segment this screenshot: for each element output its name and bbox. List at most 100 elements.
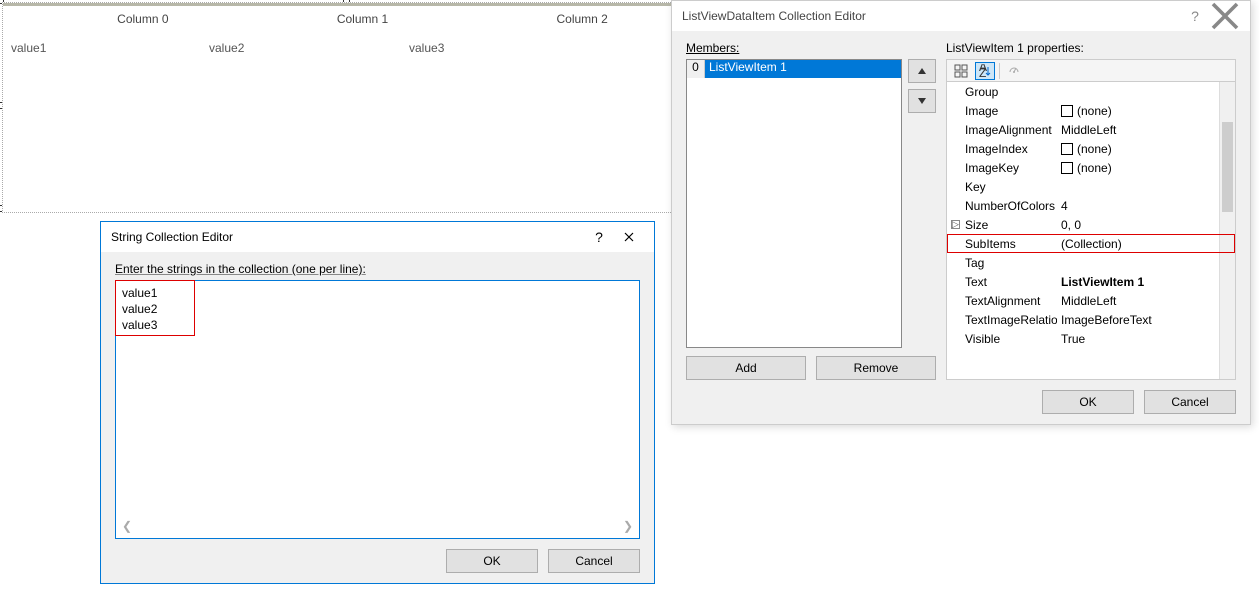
- swatch-icon: [1061, 143, 1073, 155]
- property-value[interactable]: (Collection): [1057, 237, 1235, 251]
- property-row[interactable]: Image (none): [947, 101, 1235, 120]
- property-name: Text: [947, 275, 1057, 289]
- collection-editor-dialog: ListViewDataItem Collection Editor ? Mem…: [671, 0, 1251, 425]
- property-row[interactable]: ▷Size 0, 0: [947, 215, 1235, 234]
- property-row[interactable]: Visible True: [947, 329, 1235, 348]
- property-row[interactable]: NumberOfColors 4: [947, 196, 1235, 215]
- remove-button[interactable]: Remove: [816, 356, 936, 380]
- property-grid[interactable]: Group Image (none) ImageAlignment MiddleLeft…: [946, 81, 1236, 380]
- property-value[interactable]: MiddleLeft: [1057, 294, 1235, 308]
- property-name: SubItems: [947, 237, 1057, 251]
- close-button[interactable]: [614, 222, 644, 252]
- cancel-button[interactable]: Cancel: [548, 549, 640, 573]
- property-row[interactable]: Key: [947, 177, 1235, 196]
- listview-cell: value1: [3, 31, 203, 65]
- swatch-icon: [1061, 162, 1073, 174]
- dialog-titlebar[interactable]: ListViewDataItem Collection Editor ?: [672, 1, 1250, 31]
- property-name: ImageIndex: [947, 142, 1057, 156]
- listview-row[interactable]: value1 value2 value3: [3, 31, 692, 65]
- property-value-text: (Collection): [1061, 237, 1122, 251]
- listview-control[interactable]: Column 0 Column 1 Column 2 value1 value2…: [2, 2, 693, 213]
- help-button[interactable]: ?: [584, 222, 614, 252]
- strings-textarea[interactable]: [120, 285, 635, 518]
- property-name: TextAlignment: [947, 294, 1057, 308]
- property-value-text: True: [1061, 332, 1085, 346]
- expand-icon[interactable]: ▷: [951, 220, 960, 229]
- property-value[interactable]: MiddleLeft: [1057, 123, 1235, 137]
- property-name: Group: [947, 85, 1057, 99]
- help-button[interactable]: ?: [1180, 1, 1210, 31]
- property-row[interactable]: ImageIndex (none): [947, 139, 1235, 158]
- property-name: NumberOfColors: [947, 199, 1057, 213]
- instruction-label: Enter the strings in the collection (one…: [115, 262, 640, 276]
- property-value[interactable]: ImageBeforeText: [1057, 313, 1235, 327]
- members-listbox[interactable]: 0 ListViewItem 1: [686, 59, 902, 348]
- add-button[interactable]: Add: [686, 356, 806, 380]
- property-row[interactable]: Text ListViewItem 1: [947, 272, 1235, 291]
- property-value[interactable]: 0, 0: [1057, 218, 1235, 232]
- property-row[interactable]: ImageKey (none): [947, 158, 1235, 177]
- property-value[interactable]: ListViewItem 1: [1057, 275, 1235, 289]
- close-button[interactable]: [1210, 1, 1240, 31]
- property-value-text: 4: [1061, 199, 1068, 213]
- property-name: TextImageRelation: [947, 313, 1057, 327]
- listview-header: Column 0 Column 1 Column 2: [3, 3, 692, 31]
- property-value[interactable]: (none): [1057, 142, 1235, 156]
- categorized-view-button[interactable]: [951, 62, 971, 80]
- member-index: 0: [687, 60, 705, 78]
- member-label: ListViewItem 1: [705, 60, 901, 78]
- property-value[interactable]: 4: [1057, 199, 1235, 213]
- scroll-left-icon[interactable]: ❮: [122, 519, 132, 533]
- horizontal-scrollbar[interactable]: ❮ ❯: [120, 518, 635, 534]
- property-row[interactable]: TextAlignment MiddleLeft: [947, 291, 1235, 310]
- properties-label: ListViewItem 1 properties:: [946, 41, 1236, 55]
- alphabetical-view-button[interactable]: AZ: [975, 62, 995, 80]
- column-header[interactable]: Column 0: [33, 6, 253, 31]
- property-name: Visible: [947, 332, 1057, 346]
- property-value[interactable]: (none): [1057, 104, 1235, 118]
- column-header[interactable]: Column 2: [472, 6, 692, 31]
- dialog-title: ListViewDataItem Collection Editor: [682, 9, 1180, 23]
- property-name: Image: [947, 104, 1057, 118]
- move-up-button[interactable]: [908, 59, 936, 83]
- string-collection-editor-dialog: String Collection Editor ? Enter the str…: [100, 221, 655, 584]
- members-label: Members:: [686, 41, 936, 55]
- svg-text:Z: Z: [979, 66, 986, 78]
- property-row[interactable]: ImageAlignment MiddleLeft: [947, 120, 1235, 139]
- listview-cell: value2: [203, 31, 403, 65]
- property-row[interactable]: SubItems (Collection): [947, 234, 1235, 253]
- column-header[interactable]: Column 1: [253, 6, 473, 31]
- ok-button[interactable]: OK: [446, 549, 538, 573]
- property-pages-button[interactable]: [1004, 62, 1024, 80]
- property-value-text: 0, 0: [1061, 218, 1081, 232]
- property-value-text: ImageBeforeText: [1061, 313, 1152, 327]
- scroll-right-icon[interactable]: ❯: [623, 519, 633, 533]
- property-value-text: (none): [1077, 142, 1112, 156]
- listview-cell: value3: [403, 31, 603, 65]
- property-row[interactable]: Group: [947, 82, 1235, 101]
- property-name: Tag: [947, 256, 1057, 270]
- move-down-button[interactable]: [908, 89, 936, 113]
- textarea-container: ❮ ❯: [115, 280, 640, 539]
- property-name: Key: [947, 180, 1057, 194]
- cancel-button[interactable]: Cancel: [1144, 390, 1236, 414]
- property-row[interactable]: Tag: [947, 253, 1235, 272]
- property-name: Size: [947, 218, 1057, 232]
- property-name: ImageAlignment: [947, 123, 1057, 137]
- swatch-icon: [1061, 105, 1073, 117]
- property-row[interactable]: TextImageRelation ImageBeforeText: [947, 310, 1235, 329]
- property-value-text: (none): [1077, 161, 1112, 175]
- dialog-titlebar[interactable]: String Collection Editor ?: [101, 222, 654, 252]
- property-value-text: ListViewItem 1: [1061, 275, 1144, 289]
- designer-canvas: Column 0 Column 1 Column 2 value1 value2…: [0, 0, 695, 215]
- member-item[interactable]: 0 ListViewItem 1: [687, 60, 901, 78]
- property-value[interactable]: True: [1057, 332, 1235, 346]
- propertygrid-toolbar: AZ: [946, 59, 1236, 81]
- ok-button[interactable]: OK: [1042, 390, 1134, 414]
- dialog-title: String Collection Editor: [111, 230, 584, 244]
- property-value[interactable]: (none): [1057, 161, 1235, 175]
- property-value-text: MiddleLeft: [1061, 294, 1116, 308]
- property-value-text: MiddleLeft: [1061, 123, 1116, 137]
- property-value-text: (none): [1077, 104, 1112, 118]
- property-name: ImageKey: [947, 161, 1057, 175]
